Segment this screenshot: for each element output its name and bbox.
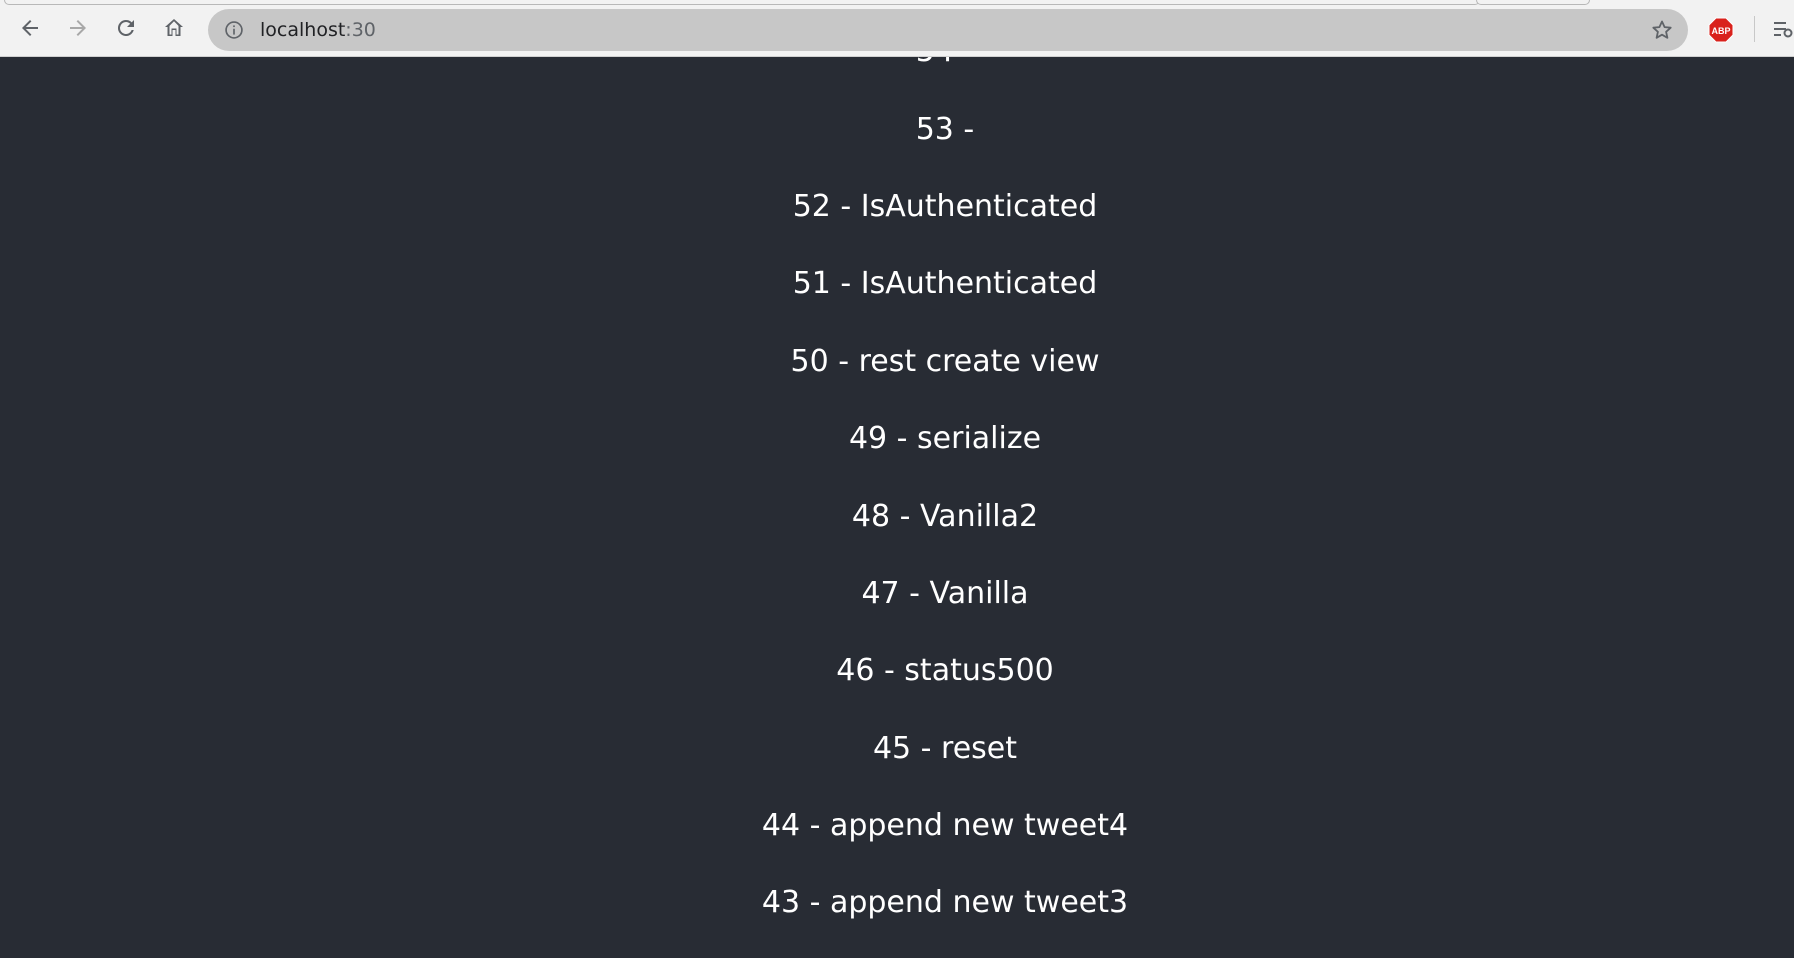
list-item: 50 - rest create view [790, 344, 1100, 379]
url-host: localhost [260, 19, 346, 41]
browser-toolbar: localhost:30 ABP [0, 0, 1794, 57]
back-arrow-icon [22, 20, 38, 36]
tab-strip-edge [1476, 0, 1590, 5]
svg-text:ABP: ABP [1711, 26, 1730, 36]
home-icon [165, 19, 183, 36]
reload-button[interactable] [108, 10, 144, 46]
list-item: 45 - reset [872, 731, 1018, 766]
list-item: 52 - IsAuthenticated [792, 189, 1098, 224]
list-item: 49 - serialize [848, 421, 1042, 456]
home-button[interactable] [156, 10, 192, 46]
list-item: 51 - IsAuthenticated [792, 266, 1098, 301]
page-content: 54 - 53 - 52 - IsAuthenticated 51 - IsAu… [0, 57, 1794, 958]
back-button[interactable] [12, 10, 48, 46]
list-item: 48 - Vanilla2 [851, 499, 1039, 534]
list-item: 44 - append new tweet4 [761, 808, 1129, 843]
toolbar-separator [1754, 16, 1755, 42]
list-item: 43 - append new tweet3 [761, 885, 1129, 920]
forward-arrow-icon [70, 20, 86, 36]
list-item: 53 - [915, 112, 975, 147]
reading-list-icon[interactable] [1772, 18, 1794, 40]
tab-strip-edge [4, 0, 1480, 5]
url-port: :30 [345, 19, 376, 41]
adblock-plus-icon[interactable]: ABP [1708, 17, 1734, 43]
forward-button[interactable] [60, 10, 96, 46]
address-bar[interactable]: localhost:30 [208, 9, 1688, 51]
list-item: 46 - status500 [836, 653, 1054, 688]
url-text[interactable]: localhost:30 [260, 9, 376, 51]
bookmark-star-icon[interactable] [1650, 18, 1674, 42]
list-item: 47 - Vanilla [861, 576, 1029, 611]
info-icon[interactable] [224, 20, 244, 40]
list-item: 54 - [0, 57, 1794, 72]
reload-icon [117, 19, 134, 36]
